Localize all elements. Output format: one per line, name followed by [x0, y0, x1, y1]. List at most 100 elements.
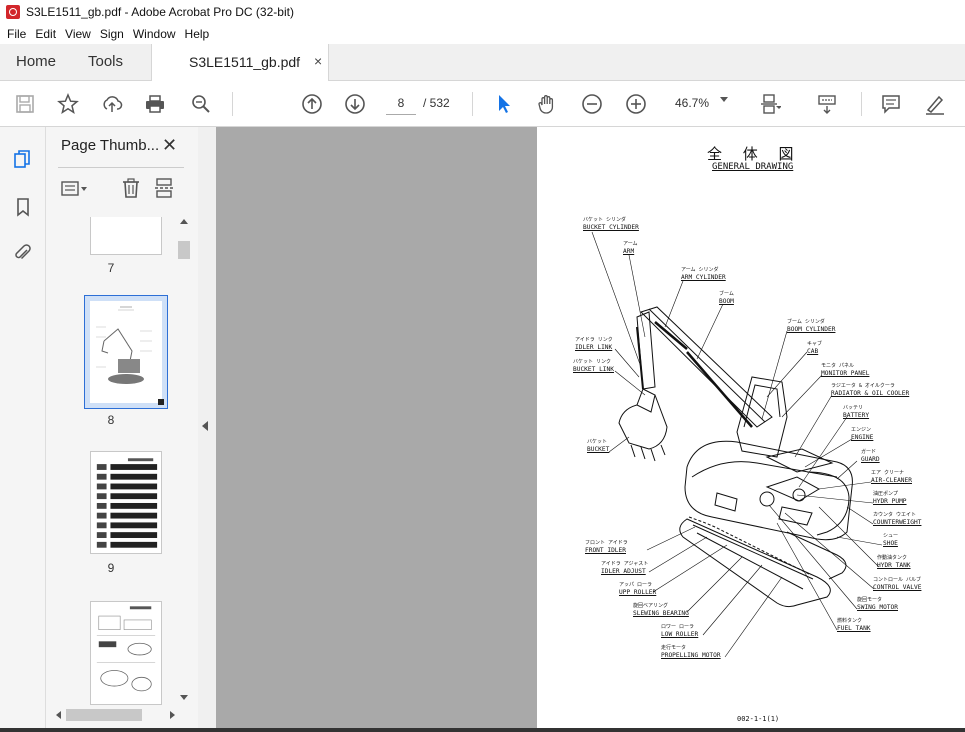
toolbar-separator — [472, 92, 473, 116]
comment-icon[interactable] — [878, 91, 904, 117]
tab-home[interactable]: Home — [16, 44, 56, 80]
menu-file[interactable]: File — [7, 27, 26, 41]
extract-pages-icon[interactable] — [153, 177, 175, 199]
label-monitor-panel: モニタ パネル MONITOR PANEL — [821, 363, 870, 377]
thumbnail-page-10[interactable] — [90, 601, 162, 705]
label-counterweight: カウンタ ウエイト COUNTERWEIGHT — [873, 512, 922, 526]
label-cab: キャブ CAB — [807, 341, 823, 355]
label-hydr-pump: 油圧ポンプ HYDR PUMP — [873, 491, 907, 505]
panel-divider — [58, 167, 184, 168]
panel-collapse-strip[interactable] — [198, 127, 216, 732]
page-thumbnails-panel: Page Thumb... ✕ 7 8 9 — [46, 127, 199, 732]
label-arm-cylinder: アーム シリンダ ARM CYLINDER — [681, 267, 726, 281]
tab-bar: Home Tools S3LE1511_gb.pdf × — [0, 44, 965, 81]
scroll-left-arrow-icon[interactable] — [56, 711, 61, 719]
label-slewing-bearing: 旋回ベアリング SLEWING BEARING — [633, 603, 689, 617]
label-front-idler: フロント アイドラ FRONT IDLER — [585, 540, 628, 554]
scroll-up-arrow-icon[interactable] — [180, 219, 188, 224]
bookmarks-icon[interactable] — [11, 195, 35, 219]
thumbnail-vertical-scrollbar[interactable] — [178, 219, 190, 705]
thumbnail-label: 9 — [107, 561, 115, 575]
menu-view[interactable]: View — [65, 27, 91, 41]
page-footer: 002-1-1(1) — [737, 715, 780, 723]
save-icon[interactable] — [12, 91, 38, 117]
label-shoe: シュー SHOE — [883, 533, 899, 547]
window-title: S3LE1511_gb.pdf - Adobe Acrobat Pro DC (… — [26, 5, 294, 19]
label-boom-cylinder: ブーム シリンダ BOOM CYLINDER — [787, 319, 836, 333]
thumbnail-selected-marker — [158, 399, 164, 405]
zoom-out-icon[interactable] — [579, 91, 605, 117]
label-bucket-cylinder: バケット シリンダ BUCKET CYLINDER — [583, 217, 639, 231]
tab-document[interactable]: S3LE1511_gb.pdf × — [151, 44, 329, 81]
select-arrow-icon[interactable] — [491, 91, 517, 117]
label-bucket-link: バケット リンク BUCKET LINK — [573, 359, 614, 373]
document-viewer[interactable]: 全 体 図 GENERAL DRAWING バケット シリンダ BUCKET C… — [216, 127, 965, 732]
menu-bar: File Edit View Sign Window Help — [0, 24, 965, 44]
panel-title: Page Thumb... — [61, 137, 160, 154]
thumbnail-list: 7 8 9 — [46, 217, 176, 705]
thumbnail-label: 7 — [107, 261, 115, 275]
scroll-right-arrow-icon[interactable] — [170, 711, 175, 719]
current-page-input[interactable]: 8 — [386, 92, 416, 115]
attachments-icon[interactable] — [11, 241, 35, 265]
fit-page-icon[interactable] — [757, 91, 783, 117]
toolbar-separator — [861, 92, 862, 116]
tab-tools[interactable]: Tools — [88, 44, 123, 80]
upload-icon[interactable] — [99, 91, 125, 117]
thumbnail-options-icon[interactable] — [60, 179, 90, 199]
delete-page-icon[interactable] — [120, 177, 142, 199]
label-battery: バッテリ BATTERY — [843, 405, 870, 419]
label-upp-roller: アッパ ローラ UPP ROLLER — [619, 582, 657, 596]
label-control-valve: コントロール バルブ CONTROL VALVE — [873, 577, 922, 591]
page-up-icon[interactable] — [299, 91, 325, 117]
menu-help[interactable]: Help — [185, 27, 210, 41]
bookmark-star-icon[interactable] — [55, 91, 81, 117]
title-bar: S3LE1511_gb.pdf - Adobe Acrobat Pro DC (… — [0, 0, 965, 24]
zoom-dropdown-icon[interactable] — [720, 97, 728, 102]
menu-sign[interactable]: Sign — [100, 27, 124, 41]
collapse-panel-icon[interactable] — [202, 421, 208, 431]
main-toolbar: 8 / 532 46.7% — [0, 81, 965, 127]
label-engine: エンジン ENGINE — [851, 427, 874, 441]
label-propelling-motor: 走行モータ PROPELLING MOTOR — [661, 645, 721, 659]
label-bucket: バケット BUCKET — [587, 439, 610, 453]
search-zoom-icon[interactable] — [188, 91, 214, 117]
zoom-in-icon[interactable] — [623, 91, 649, 117]
label-boom: ブーム BOOM — [719, 291, 734, 305]
tab-close-icon[interactable]: × — [314, 53, 322, 69]
thumbnail-page-8-preview — [90, 301, 162, 403]
highlight-pen-icon[interactable] — [922, 91, 948, 117]
page-thumbnails-icon[interactable] — [11, 147, 35, 171]
pdf-page: 全 体 図 GENERAL DRAWING バケット シリンダ BUCKET C… — [537, 127, 965, 732]
label-radiator-oil-cooler: ラジエータ & オイルクーラ RADIATOR & OIL COOLER — [831, 383, 910, 397]
panel-toolbar — [46, 175, 198, 205]
horizontal-scroll-thumb[interactable] — [66, 709, 142, 721]
page-down-icon[interactable] — [342, 91, 368, 117]
total-pages: / 532 — [423, 96, 450, 110]
menu-window[interactable]: Window — [133, 27, 176, 41]
thumbnail-page-7[interactable] — [90, 217, 162, 255]
panel-close-icon[interactable]: ✕ — [162, 135, 177, 156]
label-hydr-tank: 作動油タンク HYDR TANK — [877, 555, 911, 569]
label-idler-link: アイドラ リンク IDLER LINK — [575, 337, 613, 351]
label-air-cleaner: エア クリーナ AIR-CLEANER — [871, 470, 912, 484]
zoom-level-input[interactable]: 46.7% — [671, 92, 713, 114]
hand-icon[interactable] — [534, 91, 560, 117]
scroll-mode-icon[interactable] — [814, 91, 840, 117]
vertical-scroll-thumb[interactable] — [178, 241, 190, 259]
label-fuel-tank: 燃料タンク FUEL TANK — [837, 618, 871, 632]
taskbar-edge — [0, 728, 965, 732]
label-swing-motor: 旋回モータ SWING MOTOR — [857, 597, 898, 611]
scroll-down-arrow-icon[interactable] — [180, 695, 188, 700]
print-icon[interactable] — [142, 91, 168, 117]
thumbnail-page-9[interactable] — [90, 451, 162, 554]
thumbnail-horizontal-scrollbar[interactable] — [56, 709, 184, 721]
label-arm: アーム ARM — [623, 241, 638, 255]
toolbar-separator — [232, 92, 233, 116]
left-navigation-rail — [0, 127, 46, 732]
thumbnail-page-8[interactable] — [84, 295, 168, 409]
menu-edit[interactable]: Edit — [35, 27, 56, 41]
acrobat-app-icon — [6, 5, 20, 19]
label-guard: ガード GUARD — [861, 449, 880, 463]
label-low-roller: ロワー ローラ LOW ROLLER — [661, 624, 699, 638]
